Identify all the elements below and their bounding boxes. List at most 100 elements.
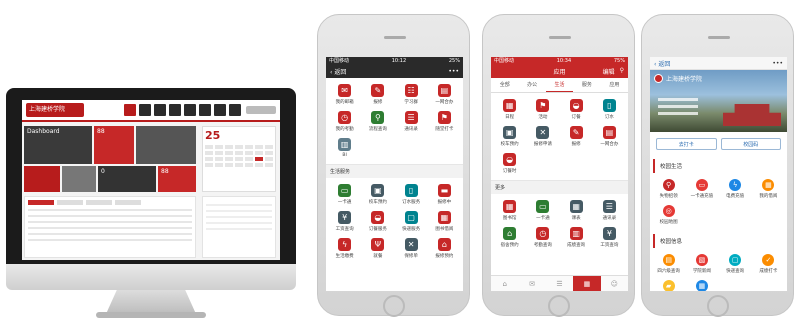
campus-code-button[interactable]: 校园码 [720,138,781,150]
app-item[interactable]: ▤ 四六级查询 [652,254,685,274]
app-grid-campus-life: ⚲ 失物招领 ▭ 一卡通充值 ϟ 电费充值 ▦ 我的借阅 ◎ 校园地图 [650,173,787,231]
tab-home-icon[interactable]: ⌂ [491,276,518,291]
app-item[interactable]: ⚑ 随堂打卡 [428,111,461,132]
home-button[interactable] [548,295,570,317]
app-item[interactable]: ☰ 通讯录 [395,111,428,132]
tab-1[interactable]: 办公 [518,78,545,92]
app-item[interactable]: ▦ 图书借阅 [428,211,461,232]
app-item[interactable]: ⌂ 宿舍预约 [493,227,526,248]
app-item[interactable]: ▯ 订水服务 [395,184,428,205]
nav-mail-icon[interactable] [184,104,196,116]
tab-2[interactable]: 生活 [545,78,574,92]
app-item[interactable]: ◒ 订餐服务 [361,211,394,232]
app-item[interactable]: ◎ 校园地图 [652,205,685,225]
tab-4[interactable]: 应用 [601,78,628,92]
app-item[interactable]: ⚲ 失物招领 [652,179,685,199]
app-item[interactable]: ▭ 一卡通充值 [685,179,718,199]
nav-app-icon[interactable] [214,104,226,116]
app-item[interactable]: ▦校历 [685,280,718,291]
more-icon[interactable]: ••• [772,60,783,67]
app-item[interactable]: ▢ 快递服务 [395,211,428,232]
app-item[interactable]: ⚲ 流程查询 [361,111,394,132]
tab-0[interactable]: 全部 [491,78,518,92]
map-icon: ◎ [662,205,675,217]
home-button[interactable] [707,295,729,317]
app-item[interactable]: ▦ 图书馆 [493,200,526,221]
app-item[interactable]: ▯ 订水 [593,99,626,120]
app-item[interactable]: ¥ 工资查询 [328,211,361,232]
chart-icon: ▥ [569,227,583,240]
app-item[interactable]: ▬ 报修中 [428,184,461,205]
calendar-grid[interactable] [205,145,273,167]
nav-home-icon[interactable] [124,104,136,116]
app-item[interactable]: ▦ 日程 [493,99,526,120]
app-item[interactable]: ⌂ 报修预约 [428,238,461,259]
app-item[interactable]: ⚑ 活动 [526,99,559,120]
app-label: 报修申请 [533,142,552,147]
more-icon[interactable]: ••• [448,68,459,75]
phone-3-screen: ‹ 返回 ••• 上海建桥学院 去打卡 校园码 校园生活 ⚲ 失物招领 ▭ 一卡通充值… [650,57,787,291]
app-item[interactable]: ◷ 我的考勤 [328,111,361,132]
app-item[interactable]: ▥ 成绩查询 [560,227,593,248]
app-item[interactable]: ▭ 一卡通 [328,184,361,205]
nav-chart-icon[interactable] [169,104,181,116]
app-item[interactable]: ☰ 通讯录 [593,200,626,221]
app-item[interactable]: ▭ 一卡通 [526,200,559,221]
app-label: 一卡通 [337,200,352,205]
app-item[interactable]: ▦ 课表 [560,200,593,221]
school-title: 上海建桥学院 [654,74,702,83]
tab-apps-icon[interactable]: ▦ [573,276,601,291]
section-more: 更多 [491,180,628,194]
app-item[interactable]: Ψ 就餐 [361,238,394,259]
user-menu[interactable] [246,106,276,114]
nav-doc-icon[interactable] [139,104,151,116]
tab-3[interactable]: 服务 [573,78,600,92]
edit-button[interactable]: 编辑 [603,67,615,76]
app-item[interactable]: ✓ 成绩打卡 [752,254,785,274]
tile-campus-photo[interactable] [136,126,196,164]
app-item[interactable]: ☷ 学习群 [395,84,428,105]
back-button[interactable]: ‹ 返回 [654,59,670,68]
app-item[interactable]: ◒ 订餐 [560,99,593,120]
tile-count[interactable]: 88 [94,126,134,164]
app-item[interactable]: ▰就业信息 [652,280,685,291]
app-item[interactable]: ▣ 校车预约 [493,126,526,147]
app-label: 随堂打卡 [435,127,454,132]
tab-profile-icon[interactable]: ☺ [601,276,628,291]
app-item[interactable]: ✎ 报修 [560,126,593,147]
checkin-button[interactable]: 去打卡 [656,138,717,150]
app-item[interactable]: ✕ 保修单 [395,238,428,259]
flag-icon: ⚑ [437,111,451,124]
app-item[interactable]: ▢ 快递查询 [719,254,752,274]
app-item[interactable]: ▤ 一网合办 [428,84,461,105]
app-item[interactable]: ▥ BI [328,138,361,158]
tab-contacts-icon[interactable]: ☰ [546,276,573,291]
home-button[interactable] [383,295,405,317]
app-item[interactable]: ¥ 工资查询 [593,227,626,248]
app-label: 日程 [505,115,515,120]
app-item[interactable]: ◷ 考勤查询 [526,227,559,248]
app-item[interactable]: ϟ 电费充值 [719,179,752,199]
tile-trash-icon[interactable]: 88 [158,166,196,192]
tile-chat-icon[interactable] [62,166,96,192]
back-button[interactable]: ‹ 返回 [330,67,346,76]
tile-calendar-icon[interactable] [24,166,60,192]
nav-more-icon[interactable] [229,104,241,116]
app-item[interactable]: ✕ 报修申请 [526,126,559,147]
nav-user-icon[interactable] [154,104,166,116]
app-item[interactable]: ✎ 报修 [361,84,394,105]
app-item[interactable]: ✉ 我的邮箱 [328,84,361,105]
tab-message-icon[interactable]: ✉ [518,276,545,291]
search-icon[interactable]: ⚲ [620,67,624,76]
contacts-icon: ☰ [602,200,616,213]
tile-dashboard[interactable]: Dashboard [24,126,92,164]
app-item[interactable]: ▣ 校车预约 [361,184,394,205]
nav-gear-icon[interactable] [199,104,211,116]
app-item[interactable]: ▧ 学院新闻 [685,254,718,274]
app-item[interactable]: ▤ 一网合办 [593,126,626,147]
task-tabs[interactable] [28,200,192,205]
app-item[interactable]: ◒ 订餐时 [493,153,526,174]
app-item[interactable]: ϟ 生活缴费 [328,238,361,259]
app-item[interactable]: ▦ 我的借阅 [752,179,785,199]
tile-messages[interactable]: 0 [98,166,156,192]
